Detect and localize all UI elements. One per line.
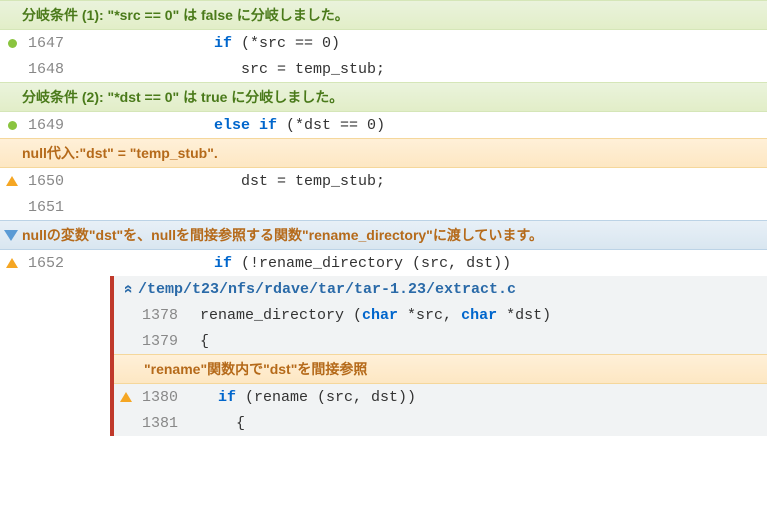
code-line[interactable]: 1648 src = temp_stub;: [0, 56, 767, 82]
code-line[interactable]: 1381 {: [114, 410, 767, 436]
event-marker: [114, 392, 138, 402]
code-text: if (*src == 0): [86, 35, 767, 52]
warning-icon: [6, 176, 18, 186]
line-number: 1380: [138, 389, 192, 406]
annotation-branch-2[interactable]: 分岐条件 (2): "*dst == 0" は true に分岐しました。: [0, 82, 767, 112]
annotation-nested-deref[interactable]: "rename"関数内で"dst"を間接参照: [114, 354, 767, 384]
code-text: if (!rename_directory (src, dst)): [86, 255, 767, 272]
warning-icon: [120, 392, 132, 402]
code-line[interactable]: 1378 rename_directory (char *src, char *…: [114, 302, 767, 328]
dot-icon: [8, 121, 17, 130]
line-number: 1379: [138, 333, 192, 350]
line-number: 1378: [138, 307, 192, 324]
code-text: {: [192, 415, 767, 432]
line-number: 1650: [24, 173, 86, 190]
chevron-up-icon: «: [119, 279, 137, 299]
warning-icon: [6, 258, 18, 268]
line-number: 1651: [24, 199, 86, 216]
annotation-null-deref[interactable]: nullの変数"dst"を、nullを間接参照する関数"rename_direc…: [0, 220, 767, 250]
event-marker: [0, 176, 24, 186]
code-line[interactable]: 1380 if (rename (src, dst)): [114, 384, 767, 410]
code-line[interactable]: 1652 if (!rename_directory (src, dst)): [0, 250, 767, 276]
line-number: 1652: [24, 255, 86, 272]
annotation-text: nullの変数"dst"を、nullを間接参照する関数"rename_direc…: [22, 225, 543, 245]
annotation-null-assign[interactable]: null代入:"dst" = "temp_stub".: [0, 138, 767, 168]
code-text: dst = temp_stub;: [86, 173, 767, 190]
line-number: 1648: [24, 61, 86, 78]
line-number: 1381: [138, 415, 192, 432]
code-line[interactable]: 1647 if (*src == 0): [0, 30, 767, 56]
dot-icon: [8, 39, 17, 48]
code-text: else if (*dst == 0): [86, 117, 767, 134]
code-text: src = temp_stub;: [86, 61, 767, 78]
event-marker: [0, 121, 24, 130]
code-line[interactable]: 1379 {: [114, 328, 767, 354]
code-text: if (rename (src, dst)): [192, 389, 767, 406]
event-marker: [0, 258, 24, 268]
code-analysis-viewer: 分岐条件 (1): "*src == 0" は false に分岐しました。 1…: [0, 0, 767, 436]
code-line[interactable]: 1650 dst = temp_stub;: [0, 168, 767, 194]
line-number: 1649: [24, 117, 86, 134]
expand-down-icon: [4, 230, 18, 241]
code-text: rename_directory (char *src, char *dst): [192, 307, 767, 324]
code-line[interactable]: 1649 else if (*dst == 0): [0, 112, 767, 138]
annotation-branch-1[interactable]: 分岐条件 (1): "*src == 0" は false に分岐しました。: [0, 0, 767, 30]
file-path: /temp/t23/nfs/rdave/tar/tar-1.23/extract…: [138, 281, 516, 298]
code-text: {: [192, 333, 767, 350]
nested-call-block: « /temp/t23/nfs/rdave/tar/tar-1.23/extra…: [110, 276, 767, 436]
nested-file-header[interactable]: « /temp/t23/nfs/rdave/tar/tar-1.23/extra…: [114, 276, 767, 302]
code-line[interactable]: 1651: [0, 194, 767, 220]
line-number: 1647: [24, 35, 86, 52]
event-marker: [0, 39, 24, 48]
